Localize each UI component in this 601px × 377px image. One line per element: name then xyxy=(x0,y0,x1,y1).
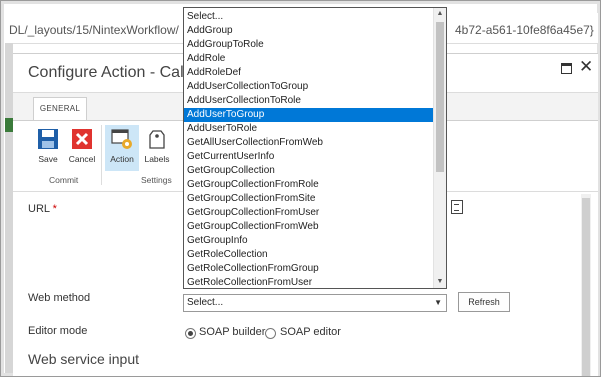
section-heading: Web service input xyxy=(28,351,140,367)
soap-builder-label: SOAP builder xyxy=(199,326,266,338)
list-item[interactable]: GetAllUserCollectionFromWeb xyxy=(184,136,437,150)
action-label: Action xyxy=(110,154,134,164)
list-item[interactable]: AddGroupToRole xyxy=(184,38,437,52)
chevron-down-icon: ▼ xyxy=(434,298,442,307)
web-method-value: Select... xyxy=(187,297,224,308)
list-item[interactable]: GetRoleCollection xyxy=(184,248,437,262)
background-page xyxy=(5,43,13,373)
scroll-down-icon[interactable]: ▼ xyxy=(434,276,446,288)
list-item[interactable]: GetGroupCollectionFromSite xyxy=(184,192,437,206)
cancel-label: Cancel xyxy=(68,154,96,164)
url-label: URL * xyxy=(28,203,57,215)
radio-soap-editor[interactable] xyxy=(265,328,276,339)
list-item[interactable]: GetCurrentUserInfo xyxy=(184,150,437,164)
soap-editor-label: SOAP editor xyxy=(280,326,341,338)
list-item[interactable]: GetRoleCollectionFromGroup xyxy=(184,262,437,276)
required-marker: * xyxy=(52,203,57,215)
save-label: Save xyxy=(38,154,58,164)
editor-mode-label: Editor mode xyxy=(28,325,88,337)
dropdown-scrollbar[interactable]: ▲ ▼ xyxy=(433,8,446,288)
list-item[interactable]: GetRoleCollectionFromUser xyxy=(184,276,437,288)
save-button[interactable]: Save xyxy=(31,125,65,171)
list-item[interactable]: AddUserCollectionToRole xyxy=(184,94,437,108)
list-item[interactable]: Select... xyxy=(184,10,437,24)
radio-soap-builder[interactable] xyxy=(185,328,196,339)
list-item[interactable]: AddRoleDef xyxy=(184,66,437,80)
action-gear-icon xyxy=(111,129,132,149)
group-label-settings: Settings xyxy=(141,175,172,185)
document-icon[interactable] xyxy=(451,200,463,214)
list-item[interactable]: AddRole xyxy=(184,52,437,66)
web-method-dropdown-list[interactable]: Select... AddGroup AddGroupToRole AddRol… xyxy=(183,7,447,289)
list-item[interactable]: AddGroup xyxy=(184,24,437,38)
list-item[interactable]: GetGroupCollectionFromUser xyxy=(184,206,437,220)
web-method-select[interactable]: Select... ▼ xyxy=(183,294,447,312)
web-method-label: Web method xyxy=(28,292,91,304)
list-item-selected[interactable]: AddUserToGroup xyxy=(184,108,437,122)
refresh-button[interactable]: Refresh xyxy=(458,292,510,312)
list-item[interactable]: GetGroupCollection xyxy=(184,164,437,178)
labels-button[interactable]: Labels xyxy=(140,125,174,171)
dialog-scrollbar-thumb[interactable] xyxy=(582,198,590,376)
maximize-icon[interactable] xyxy=(559,60,575,76)
close-icon[interactable]: ✕ xyxy=(579,57,595,76)
dropdown-scrollbar-thumb[interactable] xyxy=(436,22,444,172)
list-item[interactable]: GetGroupCollectionFromWeb xyxy=(184,220,437,234)
screenshot-frame: DL/_layouts/15/NintexWorkflow/ 4b72-a561… xyxy=(0,0,601,377)
cancel-button[interactable]: Cancel xyxy=(65,125,99,171)
url-label-text: URL xyxy=(28,203,50,215)
url-text-right: 4b72-a561-10fe8f6a45e7} xyxy=(455,23,594,37)
save-icon xyxy=(38,129,58,149)
cancel-icon xyxy=(72,129,92,149)
group-label-commit: Commit xyxy=(49,175,79,185)
scroll-up-icon[interactable]: ▲ xyxy=(434,8,446,20)
url-text-left: DL/_layouts/15/NintexWorkflow/ xyxy=(9,23,179,37)
list-item[interactable]: GetGroupCollectionFromRole xyxy=(184,178,437,192)
group-separator xyxy=(101,125,102,185)
background-page-icon xyxy=(5,118,13,132)
tag-icon xyxy=(149,130,165,149)
dialog-scrollbar[interactable] xyxy=(581,194,591,376)
action-button[interactable]: Action xyxy=(105,125,139,171)
list-item[interactable]: AddUserToRole xyxy=(184,122,437,136)
list-item[interactable]: AddUserCollectionToGroup xyxy=(184,80,437,94)
tab-general[interactable]: GENERAL xyxy=(33,97,87,120)
list-item[interactable]: GetGroupInfo xyxy=(184,234,437,248)
labels-label: Labels xyxy=(144,154,170,164)
